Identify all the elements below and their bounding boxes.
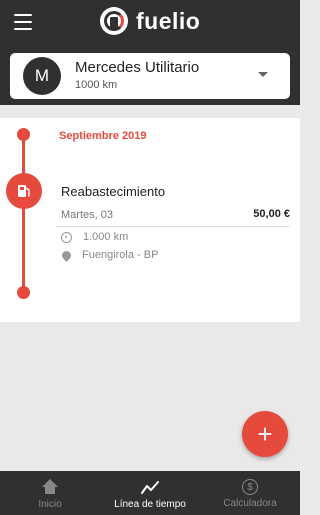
entry-odometer: 1.000 km — [83, 231, 129, 243]
vehicle-selector[interactable]: M Mercedes Utilitario 1000 km — [10, 53, 290, 99]
entry-place: Fuengirola - BP — [82, 249, 159, 261]
timeline-icon — [141, 479, 159, 496]
vehicle-avatar: M — [23, 57, 61, 95]
odometer-icon — [61, 231, 72, 243]
nav-label: Calculadora — [223, 498, 277, 509]
timeline-month-header: Septiembre 2019 — [59, 130, 147, 142]
app-name: fuelio — [136, 7, 201, 34]
app-logo: fuelio — [100, 5, 200, 37]
timeline-start-dot — [17, 128, 30, 141]
timeline-line — [22, 134, 25, 292]
entry-title[interactable]: Reabastecimiento — [61, 184, 165, 199]
vehicle-name: Mercedes Utilitario — [75, 59, 200, 76]
entry-divider — [56, 226, 290, 227]
nav-label: Inicio — [38, 499, 62, 510]
location-pin-icon — [60, 248, 73, 262]
entry-place-row: Fuengirola - BP — [60, 248, 159, 262]
fuel-pump-icon — [6, 173, 42, 209]
entry-price: 50,00 € — [253, 208, 290, 220]
entry-odometer-row: 1.000 km — [61, 231, 128, 243]
timeline-card: Septiembre 2019 Reabastecimiento Martes,… — [0, 118, 300, 322]
home-icon — [41, 479, 59, 496]
nav-label: Línea de tiempo — [114, 499, 186, 510]
vehicle-odometer: 1000 km — [75, 79, 118, 91]
bottom-navigation: Inicio Línea de tiempo $ Calculadora — [0, 471, 300, 515]
nav-item-linea-de-tiempo[interactable]: Línea de tiempo — [100, 471, 200, 515]
entry-date: Martes, 03 — [61, 209, 113, 221]
hamburger-menu-icon[interactable] — [14, 14, 32, 30]
dropdown-arrow-icon[interactable] — [258, 72, 268, 77]
app-bar: fuelio M Mercedes Utilitario 1000 km — [0, 0, 300, 105]
dollar-icon: $ — [242, 479, 258, 495]
fuelio-logo-icon — [100, 7, 128, 35]
nav-item-inicio[interactable]: Inicio — [0, 471, 100, 515]
timeline-end-dot — [17, 286, 30, 299]
add-entry-button[interactable]: + — [242, 411, 288, 457]
nav-item-calculadora[interactable]: $ Calculadora — [200, 471, 300, 515]
